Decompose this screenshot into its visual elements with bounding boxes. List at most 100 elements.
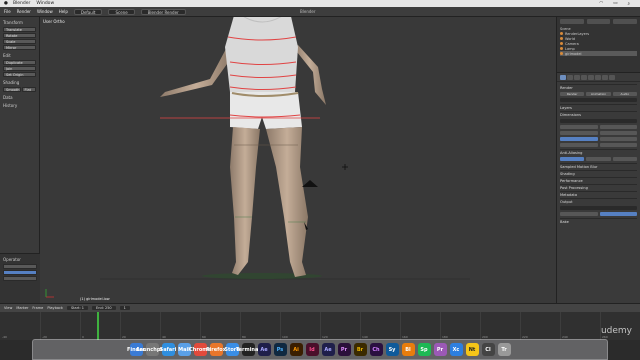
section-bake[interactable]: Bake (560, 218, 637, 224)
battery-icon[interactable]: ▭ (613, 1, 617, 7)
aa-samples-8[interactable] (586, 156, 611, 161)
after-effects-2-icon[interactable]: Ae (321, 343, 335, 356)
operator-title[interactable]: Operator (3, 257, 38, 262)
timeline-menu-playback[interactable]: Playback (47, 306, 63, 310)
section-anti-aliasing[interactable]: Anti-Aliasing (560, 149, 637, 155)
set-origin-button[interactable]: Set Origin (3, 72, 36, 77)
app-menu[interactable]: Blender (13, 1, 30, 6)
operator-field-3[interactable] (3, 276, 37, 281)
character-model[interactable] (40, 17, 556, 303)
wifi-icon[interactable]: ◠ (599, 1, 603, 7)
frame-end-field[interactable] (599, 130, 637, 135)
resolution-percent-slider[interactable] (560, 136, 598, 141)
output-path-field[interactable] (560, 205, 637, 210)
notes-icon[interactable]: Nt (465, 343, 479, 356)
aa-filter-field[interactable] (612, 156, 637, 161)
modifier-tab[interactable] (595, 75, 601, 80)
resolution-x-field[interactable] (560, 124, 598, 129)
preview-icon[interactable]: Pr (433, 343, 447, 356)
display-field[interactable] (560, 97, 637, 102)
calendar-icon[interactable]: Cl (481, 343, 495, 356)
character-animator-icon[interactable]: Ch (369, 343, 383, 356)
operator-field-1[interactable] (3, 264, 37, 269)
aa-samples-5[interactable] (560, 156, 585, 161)
timeline-menu-view[interactable]: View (4, 306, 12, 310)
frame-step-field[interactable] (599, 136, 637, 141)
texture-tab[interactable] (609, 75, 615, 80)
section-performance[interactable]: Performance (560, 177, 637, 183)
object-tab[interactable] (588, 75, 594, 80)
duplicate-button[interactable]: Duplicate (3, 60, 36, 65)
firefox-icon[interactable]: Firefox (206, 343, 226, 356)
section-layers[interactable]: Layers (560, 104, 637, 110)
mirror-button[interactable]: Mirror (3, 45, 36, 50)
aspect-x-field[interactable] (560, 142, 598, 147)
sync-icon[interactable]: Sy (385, 343, 399, 356)
layers-tab[interactable] (567, 75, 573, 80)
apple-icon[interactable]: ● (4, 1, 8, 6)
launchpad-icon[interactable]: Launchpad (137, 343, 167, 356)
trash-icon[interactable]: Tr (497, 343, 511, 356)
rotate-button[interactable]: Rotate (3, 33, 36, 38)
outliner-item-selected[interactable]: girlmodel (560, 51, 637, 56)
blender-icon[interactable]: Bl (401, 343, 415, 356)
current-frame-field[interactable]: 1 (119, 306, 130, 310)
end-frame-field[interactable]: End: 250 (92, 306, 116, 310)
section-edit[interactable]: Edit (3, 53, 37, 58)
resolution-y-field[interactable] (560, 130, 598, 135)
join-button[interactable]: Join (3, 66, 36, 71)
xcode-icon[interactable]: Xc (449, 343, 463, 356)
section-transform[interactable]: Transform (3, 20, 37, 25)
menu-render[interactable]: Render (17, 9, 31, 14)
illustrator-icon[interactable]: Ai (289, 343, 303, 356)
layout-selector[interactable]: Default (73, 8, 103, 15)
frame-start-field[interactable] (599, 124, 637, 129)
menu-window[interactable]: Window (37, 9, 53, 14)
timeline-track[interactable]: -40 -20 0 20 40 60 80 100 120 140 160 18… (0, 312, 640, 340)
flat-button[interactable]: Flat (21, 87, 36, 92)
terminal-icon[interactable]: Terminal (236, 343, 260, 356)
menu-help[interactable]: Help (59, 9, 68, 14)
timeline-menu-marker[interactable]: Marker (16, 306, 28, 310)
material-tab[interactable] (602, 75, 608, 80)
scene-selector[interactable]: Scene (108, 8, 135, 15)
file-format-field[interactable] (560, 211, 598, 216)
section-history[interactable]: History (3, 103, 37, 108)
fps-field[interactable] (599, 142, 637, 147)
chrome-icon[interactable]: Chrome (189, 343, 211, 356)
world-tab[interactable] (581, 75, 587, 80)
audio-button[interactable]: Audio (612, 91, 637, 96)
operator-field-2[interactable] (3, 270, 37, 275)
after-effects-icon[interactable]: Ae (257, 343, 271, 356)
render-button[interactable]: Render (560, 91, 585, 96)
photoshop-icon[interactable]: Ps (273, 343, 287, 356)
render-presets-field[interactable] (560, 118, 637, 123)
smooth-button[interactable]: Smooth (3, 87, 21, 92)
animation-button[interactable]: Animation (586, 91, 611, 96)
translate-button[interactable]: Translate (3, 27, 36, 32)
window-menu[interactable]: Window (36, 1, 54, 6)
menu-file[interactable]: File (4, 9, 11, 14)
section-metadata[interactable]: Metadata (560, 191, 637, 197)
section-render[interactable]: Render (560, 84, 637, 90)
indesign-icon[interactable]: Id (305, 343, 319, 356)
render-tab[interactable] (560, 75, 566, 80)
timeline-menu-frame[interactable]: Frame (32, 306, 43, 310)
playhead[interactable] (97, 312, 99, 340)
start-frame-field[interactable]: Start: 1 (66, 306, 89, 310)
section-shading[interactable]: Shading (560, 170, 637, 176)
section-motion-blur[interactable]: Sampled Motion Blur (560, 163, 637, 169)
render-engine-selector[interactable]: Blender Render (140, 8, 186, 15)
section-post-processing[interactable]: Post Processing (560, 184, 637, 190)
premiere-icon[interactable]: Pr (337, 343, 351, 356)
color-mode-field[interactable] (599, 211, 637, 216)
scale-button[interactable]: Scale (3, 39, 36, 44)
scene-tab[interactable] (574, 75, 580, 80)
section-dimensions[interactable]: Dimensions (560, 111, 637, 117)
safari-icon[interactable]: Safari (160, 343, 176, 356)
search-icon[interactable]: ⌕ (627, 1, 630, 7)
section-output[interactable]: Output (560, 198, 637, 204)
3d-viewport[interactable]: User Ortho (1) girlmodel.low (40, 17, 556, 303)
spotify-icon[interactable]: Sp (417, 343, 431, 356)
bridge-icon[interactable]: Br (353, 343, 367, 356)
